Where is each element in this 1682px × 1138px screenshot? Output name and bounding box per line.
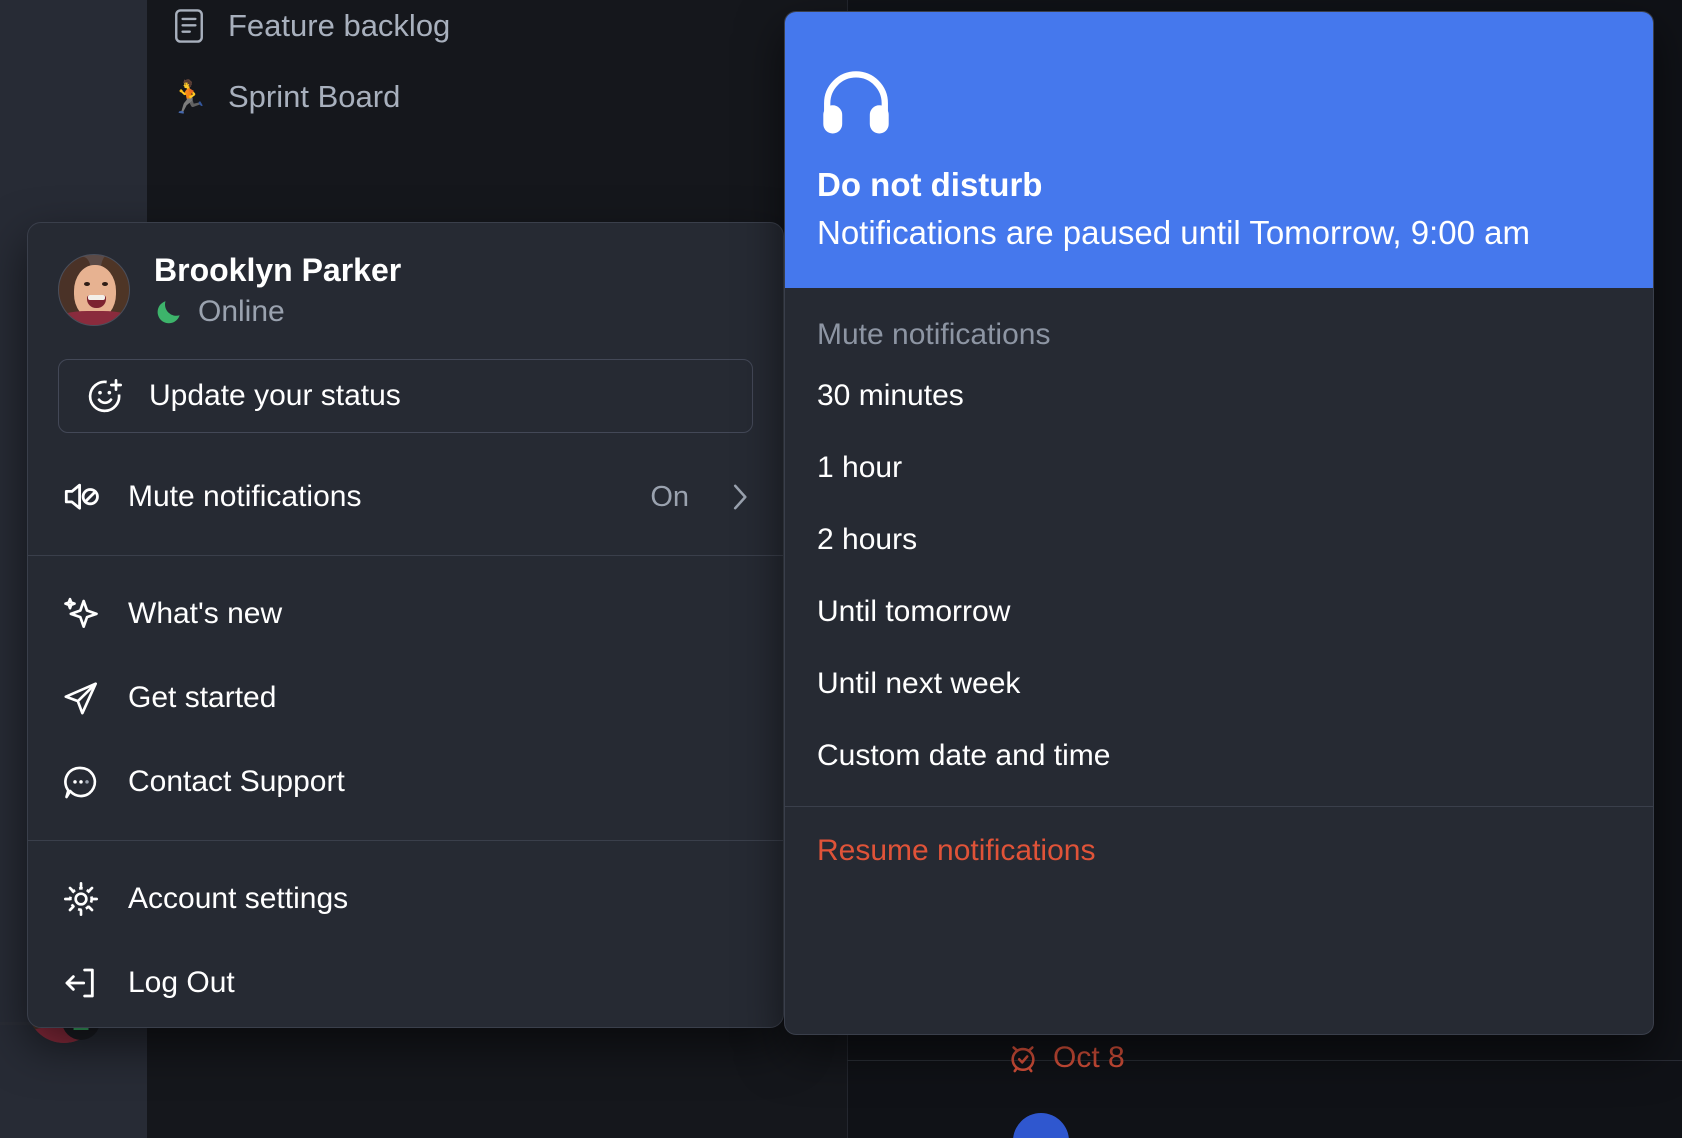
mute-notifications-row[interactable]: Mute notifications On — [28, 455, 783, 539]
svg-text:z: z — [168, 303, 174, 315]
profile-name: Brooklyn Parker — [154, 252, 402, 288]
contact-support-label: Contact Support — [128, 765, 345, 799]
logout-arrow-icon — [58, 963, 104, 1003]
update-status-button[interactable]: Update your status — [58, 359, 753, 434]
sparkle-icon — [58, 594, 104, 634]
moon-z-icon: z — [154, 297, 184, 327]
smiley-plus-icon — [85, 376, 125, 416]
avatar — [58, 254, 130, 327]
content-divider — [847, 1060, 1682, 1061]
get-started-row[interactable]: Get started — [28, 656, 783, 740]
sidebar-item-label: Sprint Board — [228, 79, 401, 114]
option-label: 1 hour — [817, 451, 903, 485]
submenu-section-header: Mute notifications — [817, 318, 1051, 352]
paper-plane-icon — [58, 678, 104, 718]
option-label: Until tomorrow — [817, 595, 1011, 629]
mute-option-2-hours[interactable]: 2 hours — [785, 504, 1653, 576]
whats-new-row[interactable]: What's new — [28, 572, 783, 656]
chevron-right-icon — [727, 481, 753, 513]
profile-status: z Online — [154, 295, 401, 329]
option-label: 2 hours — [817, 523, 918, 557]
account-group: Account settings Log Out — [28, 851, 783, 1027]
chat-bubble-dots-icon — [58, 762, 104, 802]
sidebar-item-label: Feature backlog — [228, 8, 451, 43]
sidebar-item-sprint-board[interactable]: 🏃 Sprint Board — [169, 79, 400, 115]
mute-option-custom-date-time[interactable]: Custom date and time — [785, 720, 1653, 792]
log-out-label: Log Out — [128, 966, 235, 1000]
menu-profile-header[interactable]: Brooklyn Parker z Online — [28, 223, 783, 351]
account-settings-label: Account settings — [128, 882, 349, 916]
option-label: Until next week — [817, 667, 1021, 701]
option-label: Custom date and time — [817, 739, 1111, 773]
alarm-check-icon — [1006, 1041, 1040, 1075]
due-date-label: Oct 8 — [1053, 1041, 1125, 1074]
user-account-menu: Brooklyn Parker z Online Update your sta… — [27, 222, 784, 1028]
mute-notifications-label: Mute notifications — [128, 480, 362, 514]
whats-new-label: What's new — [128, 597, 283, 631]
help-group: What's new Get started Contact Support — [28, 566, 783, 830]
resume-notifications-label: Resume notifications — [817, 834, 1096, 868]
mute-option-30-minutes[interactable]: 30 minutes — [785, 360, 1653, 432]
mute-notifications-submenu: Do not disturb Notifications are paused … — [784, 11, 1654, 1035]
mute-option-1-hour[interactable]: 1 hour — [785, 432, 1653, 504]
due-date-chip[interactable]: Oct 8 — [1006, 1041, 1125, 1075]
dnd-subtitle: Notifications are paused until Tomorrow,… — [817, 214, 1530, 251]
document-list-icon — [169, 7, 209, 45]
gear-icon — [58, 879, 104, 919]
mute-option-until-next-week[interactable]: Until next week — [785, 648, 1653, 720]
speaker-mute-icon — [58, 476, 104, 518]
headphones-icon — [817, 66, 1621, 138]
resume-notifications-row[interactable]: Resume notifications — [785, 807, 1653, 887]
log-out-row[interactable]: Log Out — [28, 941, 783, 1025]
do-not-disturb-banner: Do not disturb Notifications are paused … — [785, 12, 1653, 289]
mute-notifications-value: On — [650, 480, 689, 513]
option-label: 30 minutes — [817, 379, 964, 413]
profile-status-label: Online — [198, 295, 285, 329]
update-status-label: Update your status — [149, 379, 401, 413]
mute-option-until-tomorrow[interactable]: Until tomorrow — [785, 576, 1653, 648]
runner-emoji: 🏃 — [169, 79, 209, 115]
get-started-label: Get started — [128, 681, 277, 715]
contact-support-row[interactable]: Contact Support — [28, 740, 783, 824]
sidebar-item-feature-backlog[interactable]: Feature backlog — [169, 7, 450, 45]
dnd-title: Do not disturb — [817, 166, 1043, 203]
menu-divider — [28, 840, 783, 842]
account-settings-row[interactable]: Account settings — [28, 857, 783, 941]
menu-divider — [28, 555, 783, 557]
